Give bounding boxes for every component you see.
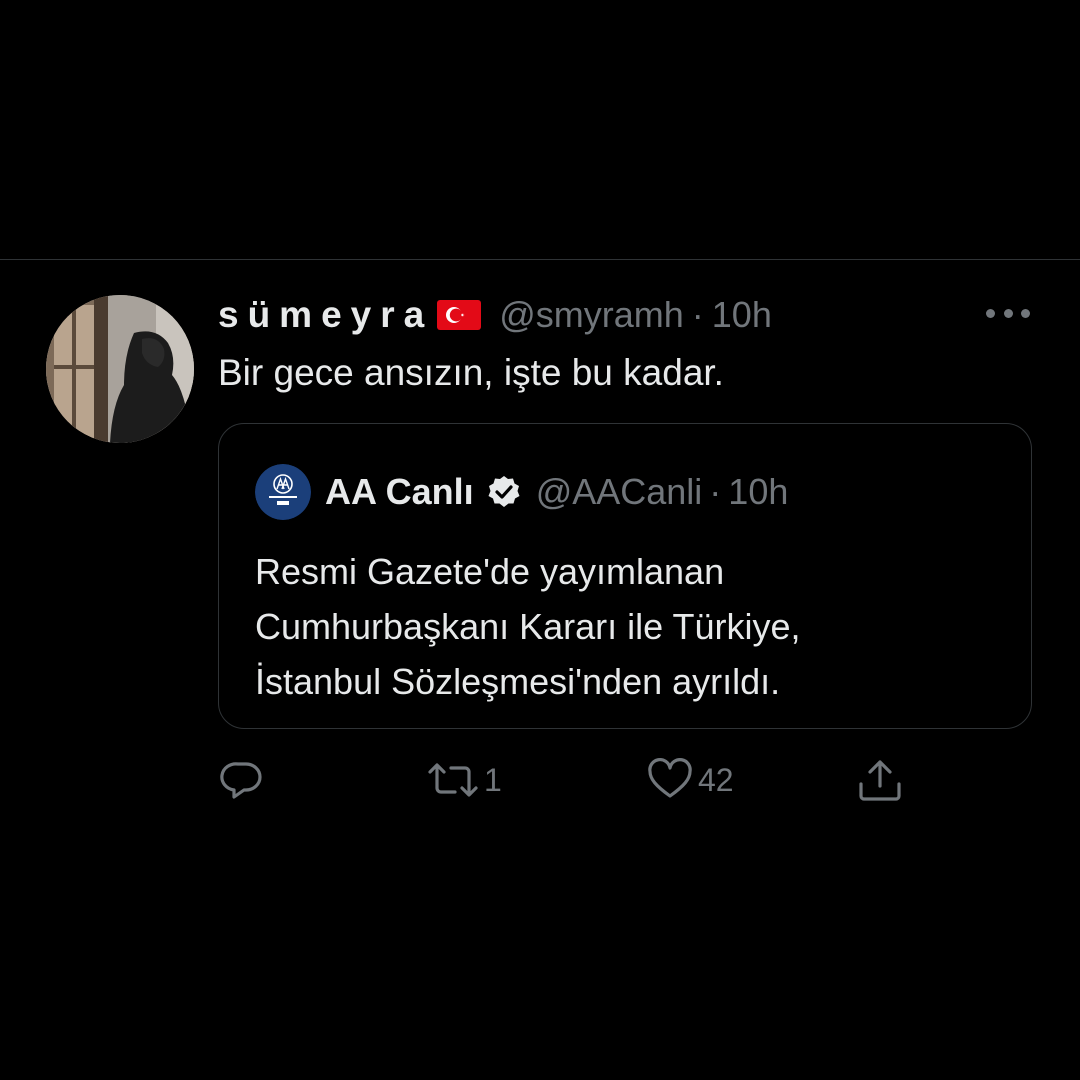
quoted-author-avatar [255, 464, 311, 520]
meta-separator: · [691, 294, 704, 335]
quoted-tweet-header: AA Canlı @AACanli · 10h [255, 464, 788, 520]
tweet-action-bar: 1 42 [218, 752, 938, 808]
retweet-icon [426, 756, 480, 804]
author-handle[interactable]: @smyramh [499, 294, 684, 336]
tweet-text: Bir gece ansızın, işte bu kadar. [218, 352, 724, 393]
reply-icon [218, 756, 266, 804]
quoted-tweet-timestamp[interactable]: 10h [728, 471, 788, 513]
quoted-text-line: Resmi Gazete'de yayımlanan [255, 551, 725, 592]
aa-logo-icon [255, 464, 311, 520]
quoted-text-line: Cumhurbaşkanı Kararı ile Türkiye, [255, 606, 801, 647]
user-avatar[interactable] [46, 295, 194, 443]
quoted-meta-separator: · [709, 471, 722, 512]
author-display-name[interactable]: sümeyra [218, 294, 433, 336]
timeline-divider [0, 259, 1080, 260]
verified-badge-icon [486, 474, 522, 510]
tweet-timestamp[interactable]: 10h [712, 294, 772, 336]
retweet-count: 1 [484, 761, 502, 798]
quoted-text-line: İstanbul Sözleşmesi'nden ayrıldı. [255, 661, 781, 702]
quoted-author-display-name[interactable]: AA Canlı [325, 471, 474, 513]
quoted-author-handle[interactable]: @AACanli [536, 471, 703, 513]
share-icon [856, 756, 904, 804]
like-button[interactable]: 42 [646, 752, 734, 808]
turkey-flag-icon [437, 300, 482, 330]
more-options-icon[interactable] [986, 306, 1030, 320]
quoted-tweet-card[interactable]: AA Canlı @AACanli · 10h Resmi Gazete'de … [218, 423, 1032, 729]
quoted-tweet-text: Resmi Gazete'de yayımlanan Cumhurbaşkanı… [255, 544, 1015, 709]
heart-icon [646, 756, 694, 804]
like-count: 42 [698, 761, 734, 798]
reply-button[interactable] [218, 752, 266, 808]
avatar-photo [46, 295, 194, 443]
tweet-header: sümeyra @smyramh · 10h [218, 290, 772, 340]
share-button[interactable] [856, 752, 904, 808]
retweet-button[interactable]: 1 [426, 752, 502, 808]
